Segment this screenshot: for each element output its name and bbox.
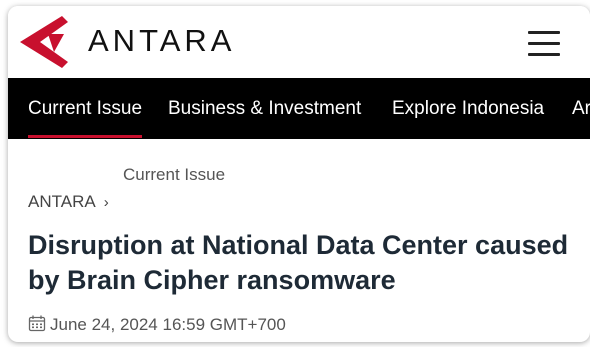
section-label[interactable]: Current Issue (123, 165, 225, 185)
article-content: Current Issue ANTARA › Disruption at Nati… (8, 139, 590, 342)
breadcrumb: ANTARA › (28, 192, 109, 212)
antara-logo-icon (20, 16, 68, 68)
breadcrumb-separator-icon: › (103, 194, 109, 211)
nav-item-business-investment[interactable]: Business & Investment (168, 98, 361, 120)
nav-item-explore-indonesia[interactable]: Explore Indonesia (392, 98, 544, 120)
article-date: June 24, 2024 16:59 GMT+700 (50, 315, 286, 334)
breadcrumb-root-link[interactable]: ANTARA (28, 192, 96, 211)
logo-text: ANTARA (88, 23, 236, 58)
article-title: Disruption at National Data Center cause… (28, 230, 569, 295)
calendar-icon (28, 315, 46, 332)
hamburger-menu-icon[interactable] (524, 26, 564, 60)
site-header: ANTARA (8, 6, 590, 78)
article-dateline: June 24, 2024 16:59 GMT+700 (28, 315, 286, 335)
nav-item-current-issue[interactable]: Current Issue (28, 98, 143, 138)
antara-logo[interactable]: ANTARA (18, 12, 268, 72)
nav-item-truncated[interactable]: Ar (572, 98, 590, 120)
main-navigation: Current Issue Business & Investment Expl… (8, 78, 590, 139)
browser-frame: ANTARA Current Issue Business & Investme… (8, 6, 590, 342)
